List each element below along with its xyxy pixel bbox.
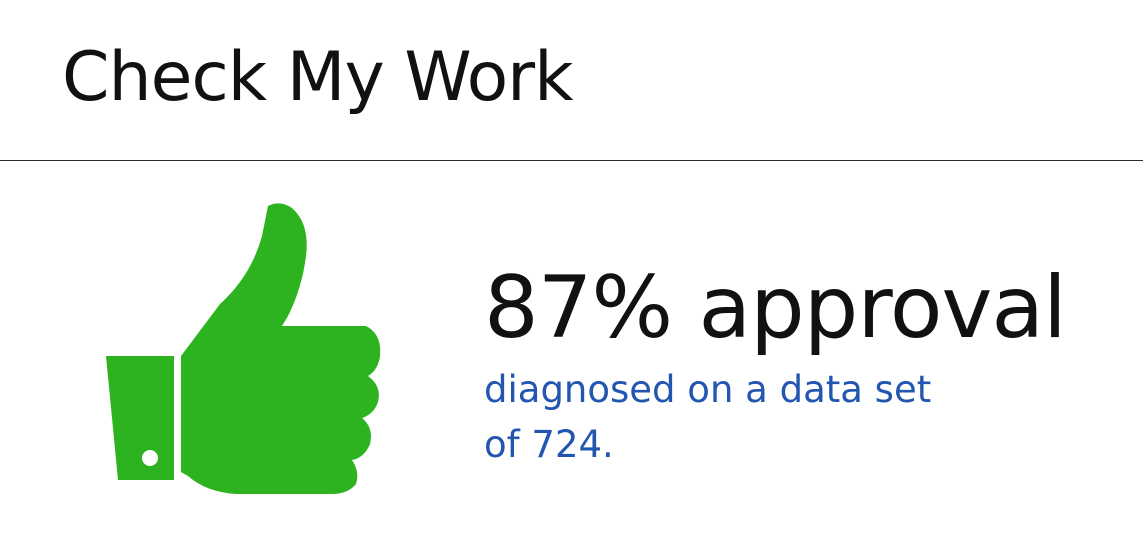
cuff-button [142,450,158,466]
thumbs-up-icon [106,203,381,494]
approval-detail: diagnosed on a data set of 724. [484,368,932,466]
page: Check My Work 87% approval diagnosed on … [0,0,1143,560]
page-title: Check My Work [62,38,574,117]
thumb-cuff [106,356,174,480]
approval-headline: 87% approval [484,258,1067,358]
thumb-hand [181,203,381,494]
approval-stat: 87% approval diagnosed on a data set of … [484,258,1124,472]
header-divider [0,160,1143,161]
header: Check My Work [0,0,1143,161]
